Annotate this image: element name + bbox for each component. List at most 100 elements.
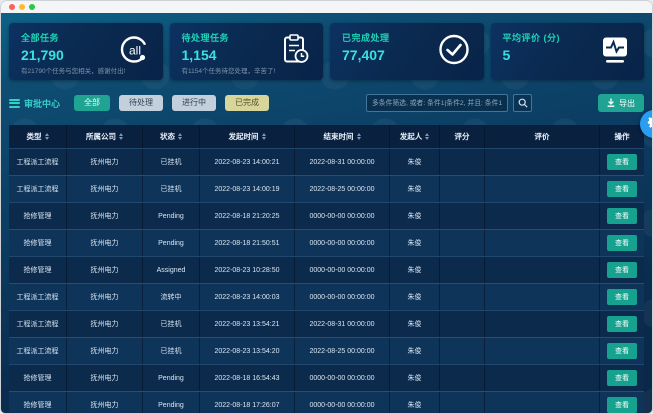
app-window: 全部任务 21,790 有21790个任务与您相关，感谢付出! all 待处理任…: [0, 0, 653, 414]
search-button[interactable]: [513, 94, 532, 112]
filter-inprogress-button[interactable]: 进行中: [172, 95, 216, 111]
cell-initiator: 朱俊: [390, 149, 440, 175]
sort-icon[interactable]: [45, 133, 49, 140]
cell-company: 抚州电力: [67, 365, 143, 391]
view-button[interactable]: 查看: [607, 262, 637, 278]
cell-initiator: 朱俊: [390, 257, 440, 283]
sort-icon[interactable]: [178, 133, 182, 140]
view-button[interactable]: 查看: [607, 154, 637, 170]
card-completed: 已完成处理 77,407: [330, 23, 484, 80]
cell-start-time: 2022-08-18 16:54:43: [200, 365, 295, 391]
cell-start-time: 2022-08-18 21:20:25: [200, 203, 295, 229]
minimize-window-dot[interactable]: [19, 4, 25, 10]
cell-status: 已挂机: [143, 311, 200, 337]
cell-status: 已挂机: [143, 176, 200, 202]
cell-actions: 查看: [600, 149, 644, 175]
sort-icon[interactable]: [357, 133, 361, 140]
table-row: 抢修管理 抚州电力 Pending 2022-08-18 16:54:43 00…: [9, 364, 644, 391]
view-button[interactable]: 查看: [607, 343, 637, 359]
cell-company: 抚州电力: [67, 230, 143, 256]
column-header-actions: 操作: [600, 125, 644, 148]
cell-initiator: 朱俊: [390, 392, 440, 413]
table-body: 工程派工流程 抚州电力 已挂机 2022-08-23 14:00:21 2022…: [9, 148, 644, 413]
table-row: 工程派工流程 抚州电力 已挂机 2022-08-23 14:00:19 2022…: [9, 175, 644, 202]
cell-start-time: 2022-08-18 17:26:07: [200, 392, 295, 413]
column-header-initiator[interactable]: 发起人: [390, 125, 440, 148]
table-row: 工程派工流程 抚州电力 已挂机 2022-08-23 13:54:21 2022…: [9, 310, 644, 337]
close-window-dot[interactable]: [9, 4, 15, 10]
table-row: 工程派工流程 抚州电力 流转中 2022-08-23 14:00:03 0000…: [9, 283, 644, 310]
window-titlebar: [1, 1, 652, 13]
cell-actions: 查看: [600, 338, 644, 364]
cell-type: 工程派工流程: [9, 284, 67, 310]
table-header: 类型 所属公司 状态 发起时间 结束时间 发起人 评分 评价 操作: [9, 125, 644, 148]
view-button[interactable]: 查看: [607, 370, 637, 386]
cell-start-time: 2022-08-23 14:00:21: [200, 149, 295, 175]
filter-buttons: 全部 待处理 进行中 已完成: [74, 95, 269, 111]
cell-company: 抚州电力: [67, 257, 143, 283]
clipboard-clock-icon: [279, 32, 311, 71]
cell-score: [440, 338, 485, 364]
cell-company: 抚州电力: [67, 392, 143, 413]
column-header-end-time[interactable]: 结束时间: [295, 125, 390, 148]
cell-status: Pending: [143, 392, 200, 413]
search-area: [366, 94, 532, 112]
cell-company: 抚州电力: [67, 176, 143, 202]
cell-type: 工程派工流程: [9, 311, 67, 337]
cell-evaluation: [485, 257, 600, 283]
column-header-status[interactable]: 状态: [143, 125, 200, 148]
filter-completed-button[interactable]: 已完成: [225, 95, 269, 111]
cell-status: 流转中: [143, 284, 200, 310]
view-button[interactable]: 查看: [607, 208, 637, 224]
cell-actions: 查看: [600, 365, 644, 391]
cell-score: [440, 392, 485, 413]
cell-start-time: 2022-08-23 14:00:19: [200, 176, 295, 202]
cell-initiator: 朱俊: [390, 311, 440, 337]
cell-end-time: 0000-00-00 00:00:00: [295, 392, 390, 413]
maximize-window-dot[interactable]: [29, 4, 35, 10]
section-title: 审批中心: [9, 97, 60, 110]
cell-status: Pending: [143, 203, 200, 229]
cell-start-time: 2022-08-23 13:54:21: [200, 311, 295, 337]
gear-icon: [647, 115, 653, 133]
sort-icon[interactable]: [119, 133, 123, 140]
cell-end-time: 0000-00-00 00:00:00: [295, 257, 390, 283]
cell-score: [440, 176, 485, 202]
cell-type: 抢修管理: [9, 203, 67, 229]
cell-evaluation: [485, 338, 600, 364]
view-button[interactable]: 查看: [607, 235, 637, 251]
column-header-type[interactable]: 类型: [9, 125, 67, 148]
filter-all-button[interactable]: 全部: [74, 95, 110, 111]
table-row: 抢修管理 抚州电力 Assigned 2022-08-23 10:28:50 0…: [9, 256, 644, 283]
export-button-label: 导出: [619, 98, 635, 109]
view-button[interactable]: 查看: [607, 181, 637, 197]
view-button[interactable]: 查看: [607, 397, 637, 413]
cell-score: [440, 365, 485, 391]
view-button[interactable]: 查看: [607, 316, 637, 332]
filter-pending-button[interactable]: 待处理: [119, 95, 163, 111]
cell-score: [440, 257, 485, 283]
cell-end-time: 0000-00-00 00:00:00: [295, 203, 390, 229]
cell-company: 抚州电力: [67, 311, 143, 337]
cell-type: 抢修管理: [9, 257, 67, 283]
cell-type: 抢修管理: [9, 230, 67, 256]
cell-evaluation: [485, 392, 600, 413]
table-row: 工程派工流程 抚州电力 已挂机 2022-08-23 13:54:20 2022…: [9, 337, 644, 364]
column-header-start-time[interactable]: 发起时间: [200, 125, 295, 148]
export-button[interactable]: 导出: [598, 94, 644, 112]
cell-company: 抚州电力: [67, 338, 143, 364]
cell-end-time: 2022-08-25 00:00:00: [295, 338, 390, 364]
sort-icon[interactable]: [262, 133, 266, 140]
view-button[interactable]: 查看: [607, 289, 637, 305]
cell-type: 工程派工流程: [9, 149, 67, 175]
download-icon: [607, 98, 615, 109]
sort-icon[interactable]: [425, 133, 429, 140]
cell-start-time: 2022-08-18 21:50:51: [200, 230, 295, 256]
table-row: 工程派工流程 抚州电力 已挂机 2022-08-23 14:00:21 2022…: [9, 148, 644, 175]
cell-evaluation: [485, 311, 600, 337]
column-header-evaluation: 评价: [485, 125, 600, 148]
search-input[interactable]: [366, 94, 508, 112]
column-header-company[interactable]: 所属公司: [67, 125, 143, 148]
table-row: 抢修管理 抚州电力 Pending 2022-08-18 21:20:25 00…: [9, 202, 644, 229]
dashboard-content: 全部任务 21,790 有21790个任务与您相关，感谢付出! all 待处理任…: [1, 13, 652, 413]
